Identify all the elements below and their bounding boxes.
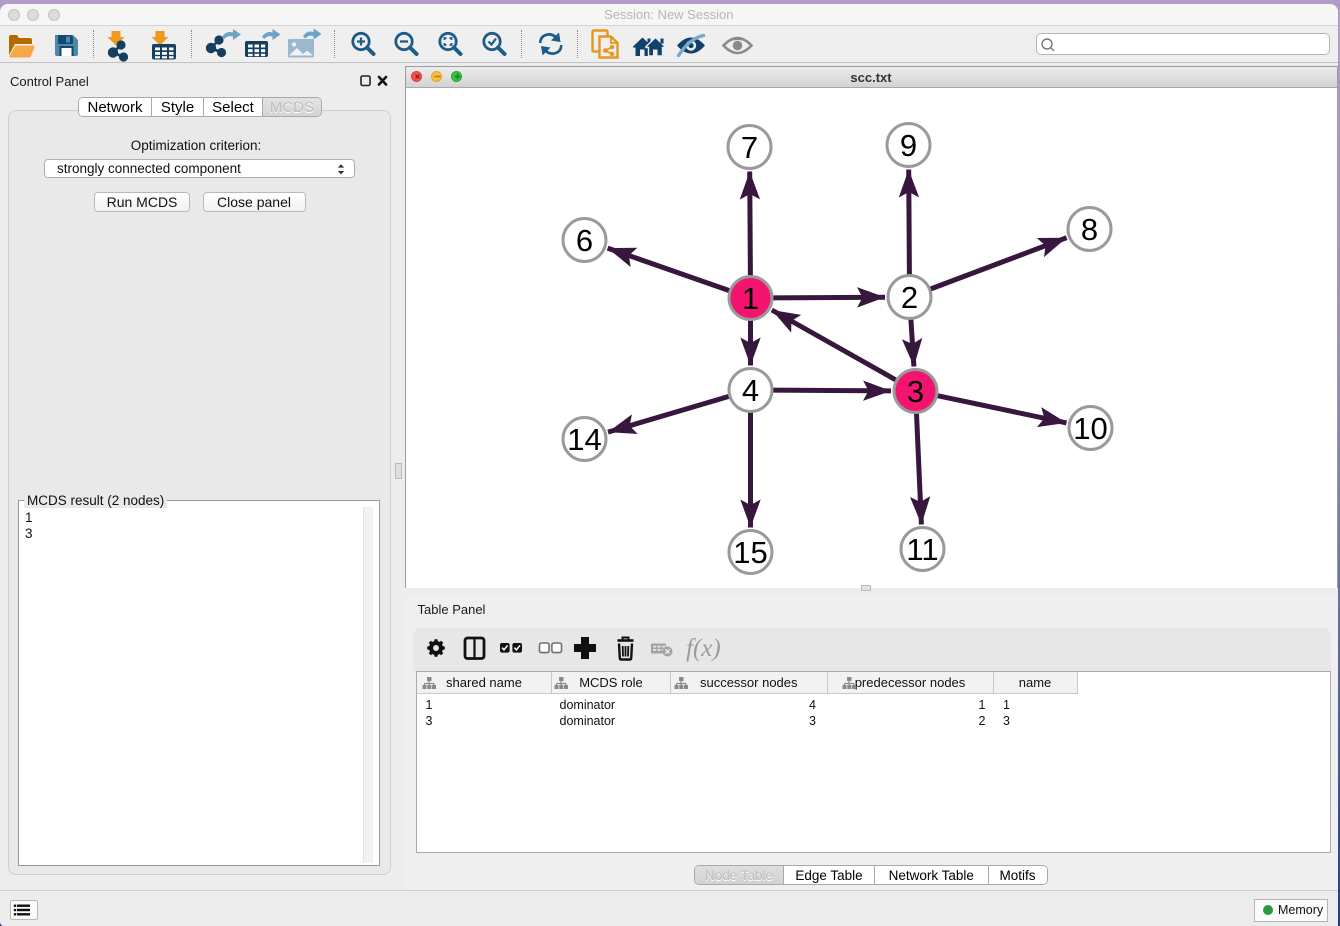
svg-text:6: 6 — [575, 223, 592, 258]
svg-text:10: 10 — [1073, 411, 1107, 446]
svg-text:15: 15 — [733, 535, 767, 570]
svg-text:f(x): f(x) — [686, 635, 721, 662]
svg-text:2: 2 — [900, 280, 917, 315]
svg-text:8: 8 — [1080, 212, 1097, 247]
svg-text:1: 1 — [741, 281, 758, 316]
svg-text:11: 11 — [906, 532, 938, 567]
svg-text:7: 7 — [740, 130, 757, 165]
svg-text:4: 4 — [741, 373, 758, 408]
svg-text:3: 3 — [906, 374, 923, 409]
svg-text:14: 14 — [567, 422, 601, 457]
svg-text:9: 9 — [899, 128, 916, 163]
